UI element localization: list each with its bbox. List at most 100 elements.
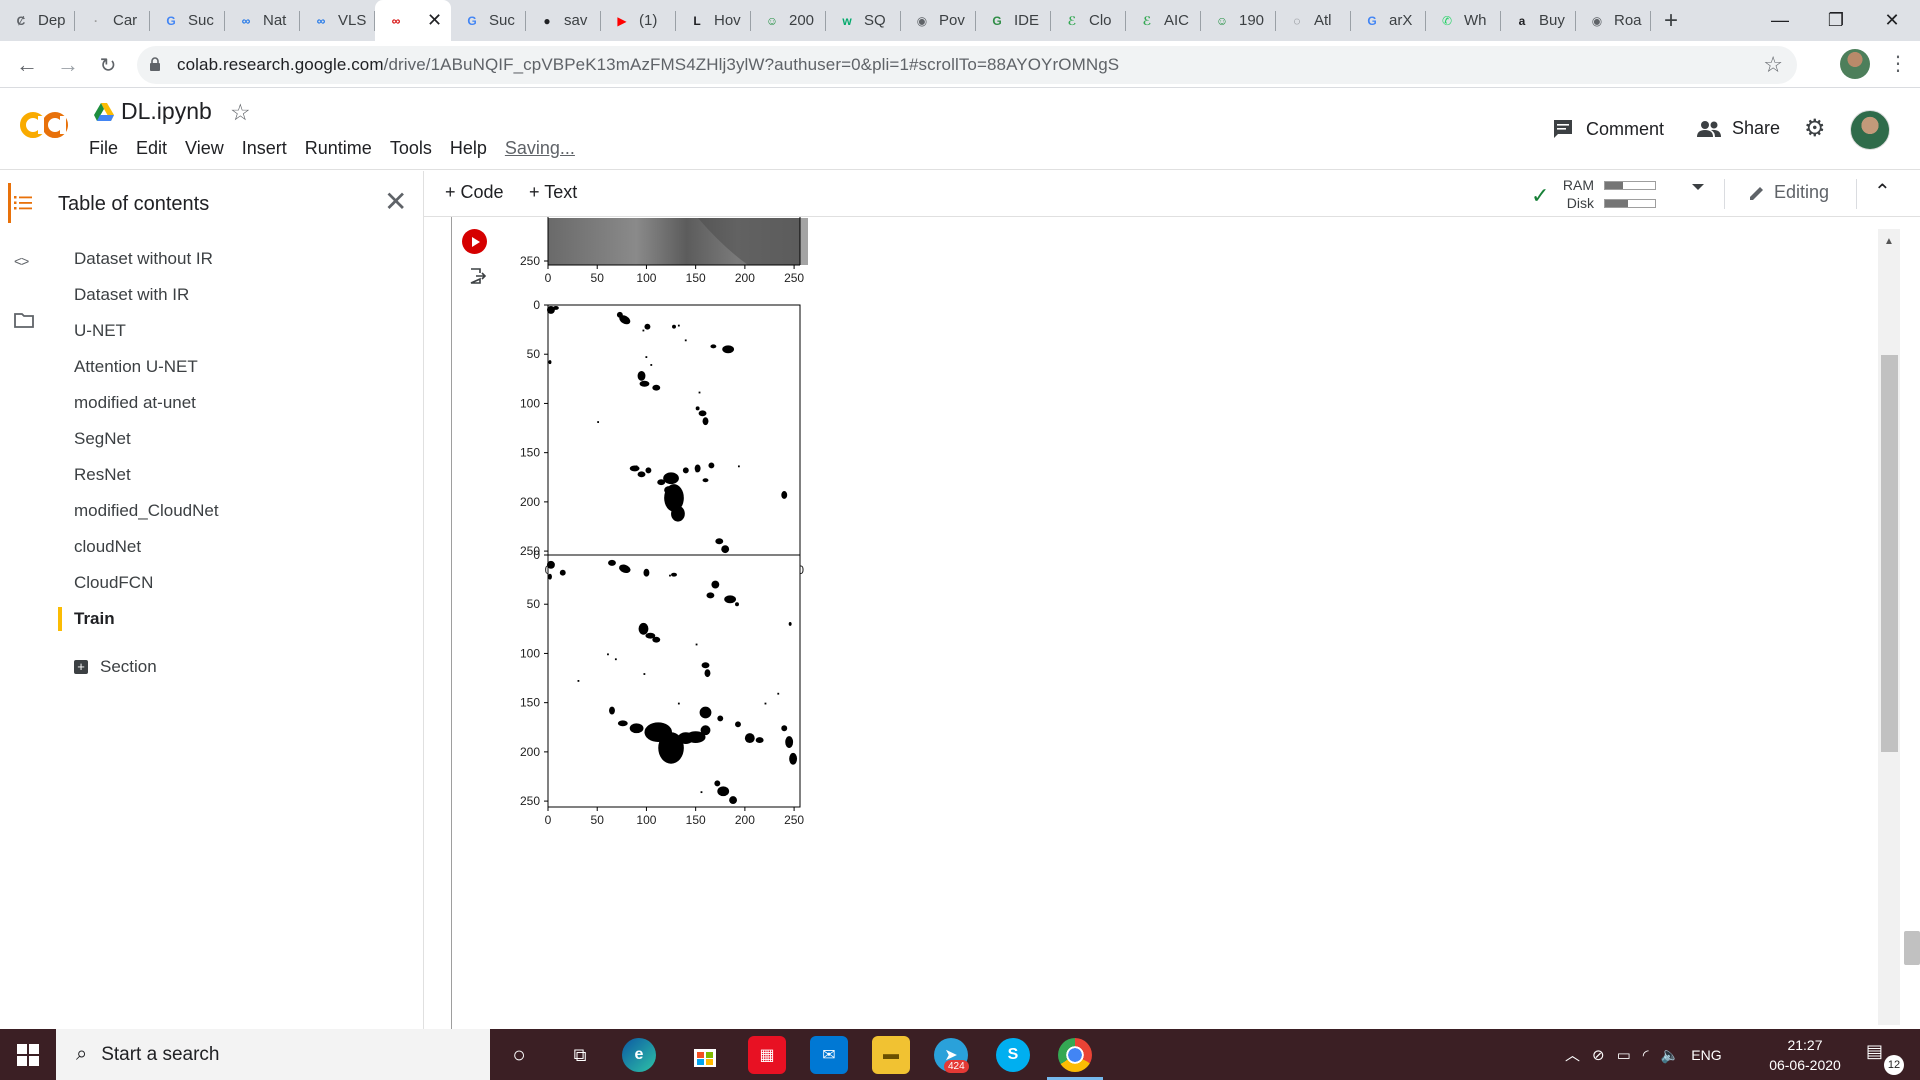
back-button[interactable]: ← <box>12 50 42 80</box>
run-cell-button[interactable] <box>462 229 487 254</box>
browser-tab[interactable]: ∞ VLS <box>300 0 375 41</box>
ram-disk-indicator[interactable]: ✓ RAM Disk <box>1531 175 1704 213</box>
battery-icon[interactable]: ▭ <box>1617 1046 1631 1064</box>
settings-gear-icon[interactable]: ⚙ <box>1804 114 1826 143</box>
toc-item-modified-at-unet[interactable]: modified at-unet <box>74 393 196 413</box>
browser-tab[interactable]: ☺ 190 <box>1201 0 1276 41</box>
menu-runtime[interactable]: Runtime <box>305 138 372 159</box>
browser-tab[interactable]: G Suc <box>150 0 225 41</box>
menu-file[interactable]: File <box>89 138 118 159</box>
taskbar-search-box[interactable]: ⌕ Start a search <box>56 1029 490 1080</box>
colab-logo[interactable] <box>18 108 70 142</box>
show-hidden-icons-icon[interactable]: ︿ <box>1565 1044 1580 1065</box>
browser-tab[interactable]: ◉ Roa <box>1576 0 1651 41</box>
browser-tab[interactable]: G IDE <box>976 0 1051 41</box>
chrome-icon[interactable] <box>1058 1038 1092 1072</box>
toc-item-modified-cloudnet[interactable]: modified_CloudNet <box>74 501 219 521</box>
browser-tab[interactable]: ℰ AIC <box>1126 0 1201 41</box>
clock[interactable]: 21:27 06-06-2020 <box>1760 1035 1850 1075</box>
task-view-icon[interactable]: ⧉ <box>561 1036 599 1074</box>
menu-edit[interactable]: Edit <box>136 138 167 159</box>
store-icon[interactable] <box>686 1036 724 1074</box>
browser-tab[interactable]: ☺ 200 <box>751 0 826 41</box>
cloud-blob <box>671 505 685 522</box>
profile-avatar[interactable] <box>1840 49 1870 79</box>
menu-tools[interactable]: Tools <box>390 138 432 159</box>
saving-status[interactable]: Saving... <box>505 138 575 159</box>
menu-insert[interactable]: Insert <box>242 138 287 159</box>
volume-icon[interactable]: 🔈 <box>1661 1046 1680 1064</box>
collapse-header-icon[interactable]: ⌃ <box>1874 179 1891 204</box>
output-scroll-handle[interactable] <box>1904 931 1920 965</box>
toc-item-dataset-with-ir[interactable]: Dataset with IR <box>74 285 189 305</box>
star-notebook-icon[interactable]: ☆ <box>230 99 251 126</box>
close-window-button[interactable]: ✕ <box>1864 0 1920 41</box>
toc-item-dataset-without-ir[interactable]: Dataset without IR <box>74 249 213 269</box>
scroll-up-arrow-icon[interactable]: ▲ <box>1884 236 1894 247</box>
browser-tab[interactable]: G Suc <box>451 0 526 41</box>
output-actions-icon[interactable] <box>469 267 487 290</box>
menu-help[interactable]: Help <box>450 138 487 159</box>
bookmark-star-icon[interactable]: ☆ <box>1763 52 1783 78</box>
file-explorer-icon[interactable]: ▬ <box>872 1036 910 1074</box>
browser-tab[interactable]: ● sav <box>526 0 601 41</box>
tab-title: Roa <box>1614 12 1642 29</box>
browser-tab[interactable]: ▶ (1) <box>601 0 676 41</box>
close-icon[interactable]: ✕ <box>384 185 407 218</box>
share-button[interactable]: Share <box>1696 118 1780 139</box>
cortana-icon[interactable]: ○ <box>500 1036 538 1074</box>
runtime-dropdown-icon[interactable] <box>1692 184 1704 190</box>
browser-tab[interactable]: ◌ Atl <box>1276 0 1351 41</box>
gift-app-icon[interactable]: ▦ <box>748 1036 786 1074</box>
close-tab-icon[interactable]: ✕ <box>427 10 442 31</box>
browser-tab[interactable]: L Hov <box>676 0 751 41</box>
maximize-button[interactable]: ❐ <box>1808 0 1864 41</box>
toc-item-attention-u-net[interactable]: Attention U-NET <box>74 357 198 377</box>
language-indicator[interactable]: ENG <box>1691 1047 1721 1063</box>
omnibox[interactable]: colab.research.google.com/drive/1ABuNQIF… <box>137 46 1797 84</box>
browser-tab[interactable]: · Car <box>75 0 150 41</box>
add-section-button[interactable]: + Section <box>74 657 157 677</box>
browser-menu-icon[interactable]: ⋮ <box>1888 51 1908 76</box>
browser-tab[interactable]: ✆ Wh <box>1426 0 1501 41</box>
minimize-button[interactable]: — <box>1752 0 1808 41</box>
editing-mode-button[interactable]: Editing <box>1748 182 1829 203</box>
wifi-icon[interactable]: ◜ <box>1643 1046 1649 1064</box>
browser-tab[interactable]: ◉ Pov <box>901 0 976 41</box>
menu-view[interactable]: View <box>185 138 224 159</box>
browser-tab[interactable]: GarX <box>1351 0 1426 41</box>
user-avatar[interactable] <box>1850 110 1890 150</box>
w3schools-icon: w <box>842 13 852 28</box>
forward-button[interactable]: → <box>53 50 83 80</box>
add-code-cell-button[interactable]: + Code <box>445 182 504 203</box>
code-snippets-icon[interactable]: <> <box>14 253 29 269</box>
mail-icon[interactable]: ✉ <box>810 1036 848 1074</box>
browser-tab[interactable]: Ȼ Dep <box>0 0 75 41</box>
toc-item-resnet[interactable]: ResNet <box>74 465 131 485</box>
windows-start-button[interactable] <box>0 1029 56 1080</box>
reload-button[interactable]: ↻ <box>93 50 123 80</box>
add-text-cell-button[interactable]: + Text <box>529 182 577 203</box>
network-off-icon[interactable]: ⊘ <box>1592 1046 1605 1064</box>
browser-tab[interactable]: w SQ <box>826 0 901 41</box>
edge-icon[interactable]: e <box>622 1038 656 1072</box>
folder-icon[interactable] <box>14 312 34 328</box>
new-tab-button[interactable]: + <box>1651 0 1691 41</box>
browser-tab[interactable]: ℰ Clo <box>1051 0 1126 41</box>
toc-item-u-net[interactable]: U-NET <box>74 321 126 341</box>
toc-item-segnet[interactable]: SegNet <box>74 429 131 449</box>
notebook-scroll-thumb[interactable] <box>1881 355 1898 752</box>
comment-button[interactable]: Comment <box>1552 118 1664 140</box>
clock-date: 06-06-2020 <box>1769 1057 1841 1073</box>
toc-item-cloudnet[interactable]: cloudNet <box>74 537 141 557</box>
browser-tab[interactable]: ∞ Nat <box>225 0 300 41</box>
browser-tab[interactable]: ∞ ✕ <box>375 0 451 41</box>
table-of-contents-icon[interactable] <box>14 195 32 211</box>
cloud-blob <box>704 669 711 678</box>
toc-item-train[interactable]: Train <box>74 609 115 629</box>
browser-tab[interactable]: a Buy <box>1501 0 1576 41</box>
skype-icon[interactable]: S <box>996 1038 1030 1072</box>
toc-item-cloudfcn[interactable]: CloudFCN <box>74 573 153 593</box>
cloud-speck <box>635 465 638 468</box>
notebook-title[interactable]: DL.ipynb <box>121 98 212 125</box>
